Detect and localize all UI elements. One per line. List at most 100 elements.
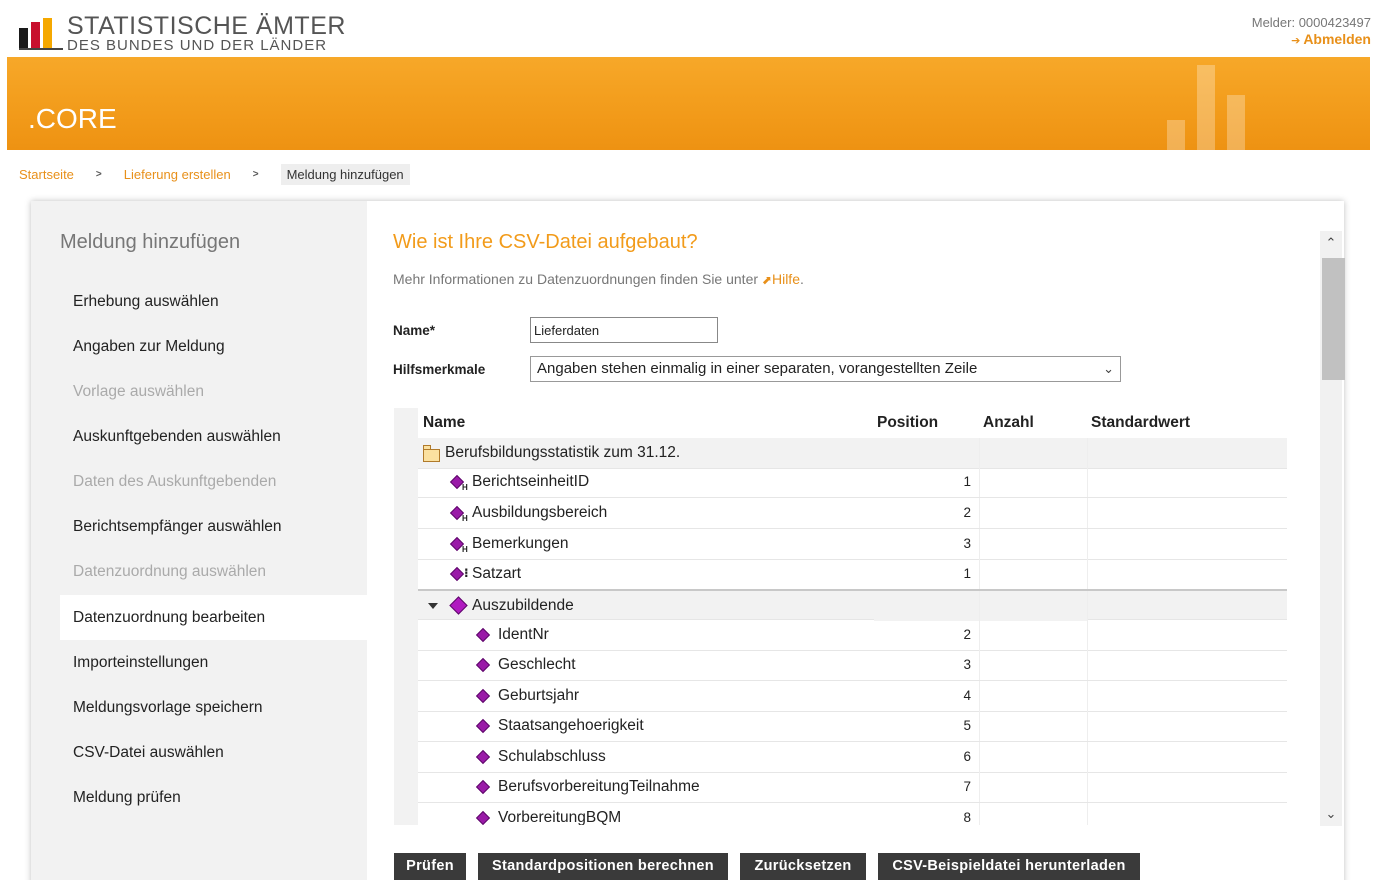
table-row[interactable]: Berufsbildungsstatistik zum 31.12. bbox=[418, 438, 1287, 469]
breadcrumb-lieferung-erstellen[interactable]: Lieferung erstellen bbox=[124, 167, 231, 182]
merkmal-icon bbox=[475, 749, 491, 765]
sidebar-step-9[interactable]: Importeinstellungen bbox=[60, 640, 367, 685]
row-standardwert[interactable] bbox=[1087, 772, 1287, 802]
row-anzahl[interactable] bbox=[979, 529, 1087, 559]
row-anzahl[interactable] bbox=[979, 711, 1087, 741]
sidebar-step-10[interactable]: Meldungsvorlage speichern bbox=[60, 685, 367, 730]
row-standardwert[interactable] bbox=[1087, 681, 1287, 711]
row-position bbox=[874, 438, 979, 468]
standardpositionen-button[interactable]: Standardpositionen berechnen bbox=[478, 853, 728, 880]
table-row[interactable]: VorbereitungBQM 8 bbox=[418, 803, 1287, 825]
row-standardwert[interactable] bbox=[1087, 711, 1287, 741]
row-anzahl[interactable] bbox=[979, 467, 1087, 497]
table-row[interactable]: H Bemerkungen 3 bbox=[418, 529, 1287, 560]
row-position[interactable]: 4 bbox=[874, 681, 979, 711]
melder-id: Melder: 0000423497 bbox=[1251, 15, 1371, 30]
row-position[interactable]: 5 bbox=[874, 711, 979, 741]
pruefen-button[interactable]: Prüfen bbox=[394, 853, 466, 880]
sidebar-step-8[interactable]: Datenzuordnung bearbeiten bbox=[60, 595, 367, 640]
row-position[interactable]: 2 bbox=[874, 620, 979, 650]
merkmal-icon bbox=[475, 688, 491, 704]
table-row[interactable]: ⁝ Satzart 1 bbox=[418, 559, 1287, 590]
table-row[interactable]: Schulabschluss 6 bbox=[418, 742, 1287, 773]
scrollbar-thumb[interactable] bbox=[1322, 258, 1345, 380]
row-name: Ausbildungsbereich bbox=[472, 504, 608, 521]
sidebar-step-4[interactable]: Auskunftgebenden auswählen bbox=[60, 414, 367, 459]
name-label: Name* bbox=[393, 323, 436, 338]
hilfsmerkmale-label: Hilfsmerkmale bbox=[393, 362, 486, 377]
main-content: Wie ist Ihre CSV-Datei aufgebaut? Mehr I… bbox=[367, 201, 1345, 880]
row-name: Geschlecht bbox=[498, 656, 576, 673]
table-row[interactable]: Geburtsjahr 4 bbox=[418, 681, 1287, 712]
row-standardwert[interactable] bbox=[1087, 650, 1287, 680]
row-anzahl[interactable] bbox=[979, 559, 1087, 589]
expand-toggle-icon[interactable] bbox=[428, 603, 438, 609]
row-anzahl[interactable] bbox=[979, 650, 1087, 680]
breadcrumb: Startseite > Lieferung erstellen > Meldu… bbox=[19, 163, 410, 185]
sidebar-step-12[interactable]: Meldung prüfen bbox=[60, 775, 367, 820]
wizard-card: Meldung hinzufügen Erhebung auswählen Ang… bbox=[31, 201, 1345, 880]
logout-link[interactable]: ➔ Abmelden bbox=[1291, 31, 1371, 47]
row-standardwert[interactable] bbox=[1087, 620, 1287, 650]
row-position[interactable]: 3 bbox=[874, 650, 979, 680]
row-name: Schulabschluss bbox=[498, 748, 606, 765]
row-standardwert[interactable] bbox=[1087, 498, 1287, 528]
merkmal-icon bbox=[475, 718, 491, 734]
table-row[interactable]: Staatsangehoerigkeit 5 bbox=[418, 711, 1287, 742]
row-position[interactable]: 8 bbox=[874, 803, 979, 825]
row-name: IdentNr bbox=[498, 626, 549, 643]
table-row[interactable]: Geschlecht 3 bbox=[418, 650, 1287, 681]
help-link[interactable]: Hilfe bbox=[772, 271, 800, 287]
chevron-right-icon: > bbox=[252, 168, 259, 180]
row-anzahl bbox=[979, 438, 1087, 468]
sidebar-step-1[interactable]: Erhebung auswählen bbox=[60, 279, 367, 324]
external-link-icon: ⬈ bbox=[761, 273, 772, 287]
row-standardwert bbox=[1087, 438, 1287, 468]
row-standardwert[interactable] bbox=[1087, 803, 1287, 825]
row-position[interactable]: 6 bbox=[874, 742, 979, 772]
row-anzahl[interactable] bbox=[979, 620, 1087, 650]
row-position[interactable]: 1 bbox=[874, 559, 979, 589]
table-row[interactable]: IdentNr 2 bbox=[418, 620, 1287, 651]
app-name: .CORE bbox=[28, 103, 117, 134]
breadcrumb-current: Meldung hinzufügen bbox=[280, 163, 410, 185]
row-anzahl[interactable] bbox=[979, 681, 1087, 711]
row-name: Auszubildende bbox=[472, 597, 574, 614]
row-anzahl[interactable] bbox=[979, 498, 1087, 528]
app-banner: .CORE bbox=[7, 57, 1370, 150]
hilfsmerkmale-select[interactable]: Angaben stehen einmalig in einer separat… bbox=[530, 356, 1121, 382]
scroll-down-icon[interactable]: ⌄ bbox=[1320, 802, 1342, 826]
table-row[interactable]: H BerichtseinheitID 1 bbox=[418, 467, 1287, 498]
scroll-up-icon[interactable]: ⌃ bbox=[1320, 231, 1342, 255]
column-header-anzahl: Anzahl bbox=[983, 414, 1034, 431]
table-row[interactable]: H Ausbildungsbereich 2 bbox=[418, 498, 1287, 529]
sidebar-step-7: Datenzuordnung auswählen bbox=[73, 563, 267, 580]
row-name: BerichtseinheitID bbox=[472, 473, 590, 490]
top-header: STATISTISCHE ÄMTER DES BUNDES UND DER LÄ… bbox=[0, 0, 1379, 57]
row-name: VorbereitungBQM bbox=[498, 809, 622, 825]
row-standardwert[interactable] bbox=[1087, 559, 1287, 589]
sidebar-step-6[interactable]: Berichtsempfänger auswählen bbox=[60, 504, 367, 549]
sidebar-step-2[interactable]: Angaben zur Meldung bbox=[60, 324, 367, 369]
zuruecksetzen-button[interactable]: Zurücksetzen bbox=[740, 853, 866, 880]
name-input[interactable] bbox=[530, 317, 718, 343]
row-position[interactable]: 1 bbox=[874, 467, 979, 497]
sidebar-title: Meldung hinzufügen bbox=[60, 231, 241, 253]
arrow-right-icon: ➔ bbox=[1291, 35, 1301, 47]
table-scrollbar[interactable]: ⌃ ⌄ bbox=[1320, 231, 1345, 826]
merkmal-icon bbox=[475, 627, 491, 643]
row-position[interactable]: 2 bbox=[874, 498, 979, 528]
row-standardwert[interactable] bbox=[1087, 742, 1287, 772]
row-anzahl[interactable] bbox=[979, 772, 1087, 802]
breadcrumb-startseite[interactable]: Startseite bbox=[19, 167, 74, 182]
row-anzahl[interactable] bbox=[979, 742, 1087, 772]
row-position[interactable]: 3 bbox=[874, 529, 979, 559]
table-row[interactable]: Auszubildende bbox=[418, 589, 1287, 621]
row-standardwert[interactable] bbox=[1087, 529, 1287, 559]
row-anzahl[interactable] bbox=[979, 803, 1087, 825]
sidebar-step-11[interactable]: CSV-Datei auswählen bbox=[60, 730, 367, 775]
row-position[interactable]: 7 bbox=[874, 772, 979, 802]
csv-download-button[interactable]: CSV-Beispieldatei herunterladen bbox=[878, 853, 1140, 880]
row-standardwert[interactable] bbox=[1087, 467, 1287, 497]
table-row[interactable]: BerufsvorbereitungTeilnahme 7 bbox=[418, 772, 1287, 803]
